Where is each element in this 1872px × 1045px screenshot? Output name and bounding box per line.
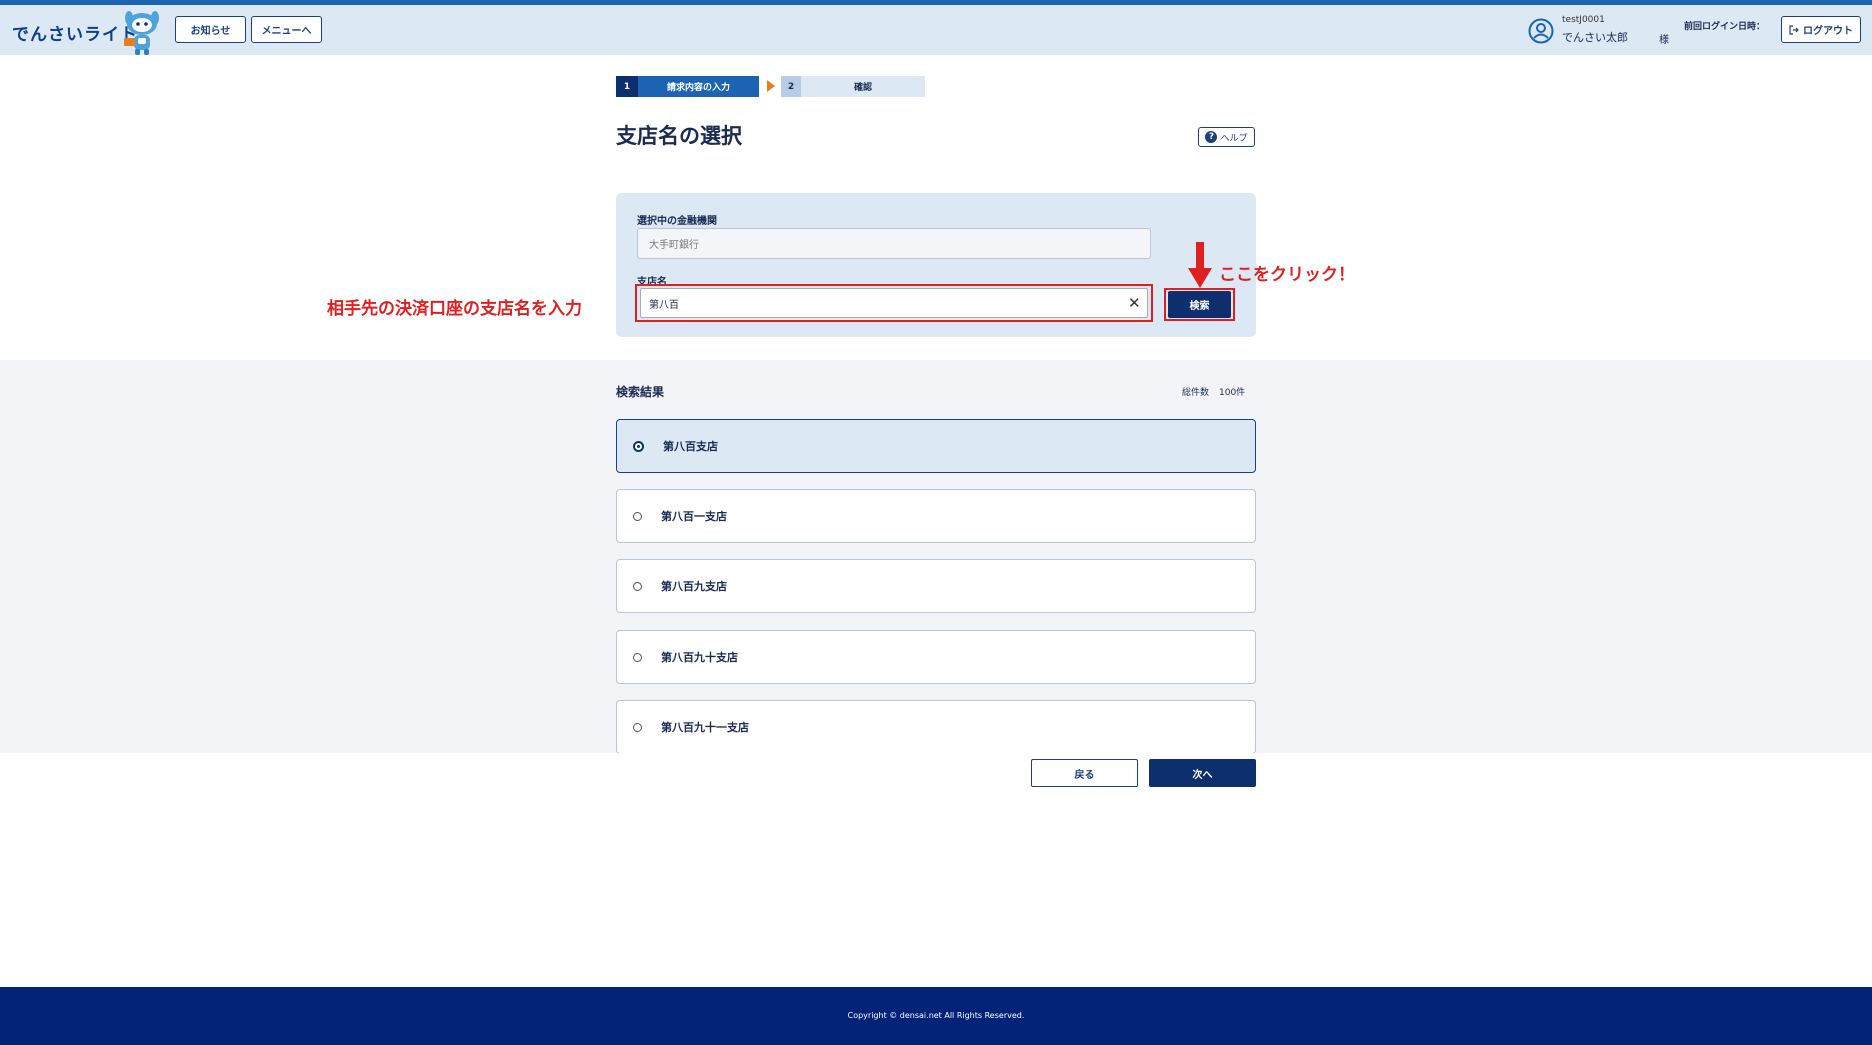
result-label: 第八百九十支店 [661,651,738,664]
news-button[interactable]: お知らせ [175,16,246,43]
logout-icon [1789,24,1799,35]
help-icon: ? [1205,131,1218,143]
radio-selected-icon[interactable] [633,440,644,452]
bank-field: 大手町銀行 [637,228,1151,259]
result-item[interactable]: 第八百九十一支店 [616,700,1256,753]
step-1-number: 1 [616,76,638,97]
branch-name-input[interactable] [640,288,1148,318]
result-item[interactable]: 第八百九十支店 [616,630,1256,684]
result-label: 第八百支店 [663,440,718,453]
result-item[interactable]: 第八百支店 [616,419,1256,473]
results-title: 検索結果 [616,385,665,399]
header: でんさいライト お知らせ メニューへ testJ0001 でんさい太郎 様 前回… [0,0,1872,55]
result-item[interactable]: 第八百九支店 [616,559,1256,613]
step-2-number: 2 [781,76,801,97]
logout-label: ログアウト [1803,26,1853,37]
back-button[interactable]: 戻る [1031,759,1138,787]
total-count-value: 100件 [1219,388,1246,398]
app-logo-text[interactable]: でんさいライト [12,20,138,45]
result-item[interactable]: 第八百一支店 [616,489,1256,543]
user-avatar-icon [1528,18,1554,44]
clear-input-icon[interactable]: ✕ [1128,294,1141,312]
search-button[interactable]: 検索 [1168,291,1231,318]
bank-label: 選択中の金融機関 [637,216,717,227]
radio-icon[interactable] [633,652,642,662]
radio-icon[interactable] [633,581,642,591]
last-login-label: 前回ログイン日時： [1684,22,1766,32]
user-honorific: 様 [1659,35,1669,46]
mascot-logo-icon [124,11,159,55]
click-here-annotation: ここをクリック！ [1219,265,1355,285]
user-id: testJ0001 [1562,15,1605,25]
menu-button[interactable]: メニューへ [251,16,322,43]
logout-button[interactable]: ログアウト [1781,16,1861,43]
user-name: でんさい太郎 [1562,31,1628,44]
radio-icon[interactable] [633,511,642,521]
help-button[interactable]: ? ヘルプ [1198,127,1255,147]
red-down-arrow-icon [1188,242,1212,288]
copyright-text: Copyright © densai.net All Rights Reserv… [847,1011,1025,1020]
input-hint-annotation: 相手先の決済口座の支店名を入力 [327,299,582,319]
help-label: ヘルプ [1220,133,1248,144]
results-list[interactable]: 第八百支店 第八百一支店 第八百九支店 第八百九十支店 第八百九十一支店 [614,415,1260,753]
result-label: 第八百九十一支店 [661,721,749,734]
radio-icon[interactable] [633,722,642,732]
result-label: 第八百九支店 [661,580,727,593]
result-label: 第八百一支店 [661,510,727,523]
step-1-label: 請求内容の入力 [638,76,759,97]
step-2-label: 確認 [801,76,925,97]
step-arrow-icon [767,80,775,92]
total-count-label: 総件数 [1182,388,1210,398]
page-title: 支店名の選択 [616,124,742,148]
next-button[interactable]: 次へ [1149,759,1256,787]
